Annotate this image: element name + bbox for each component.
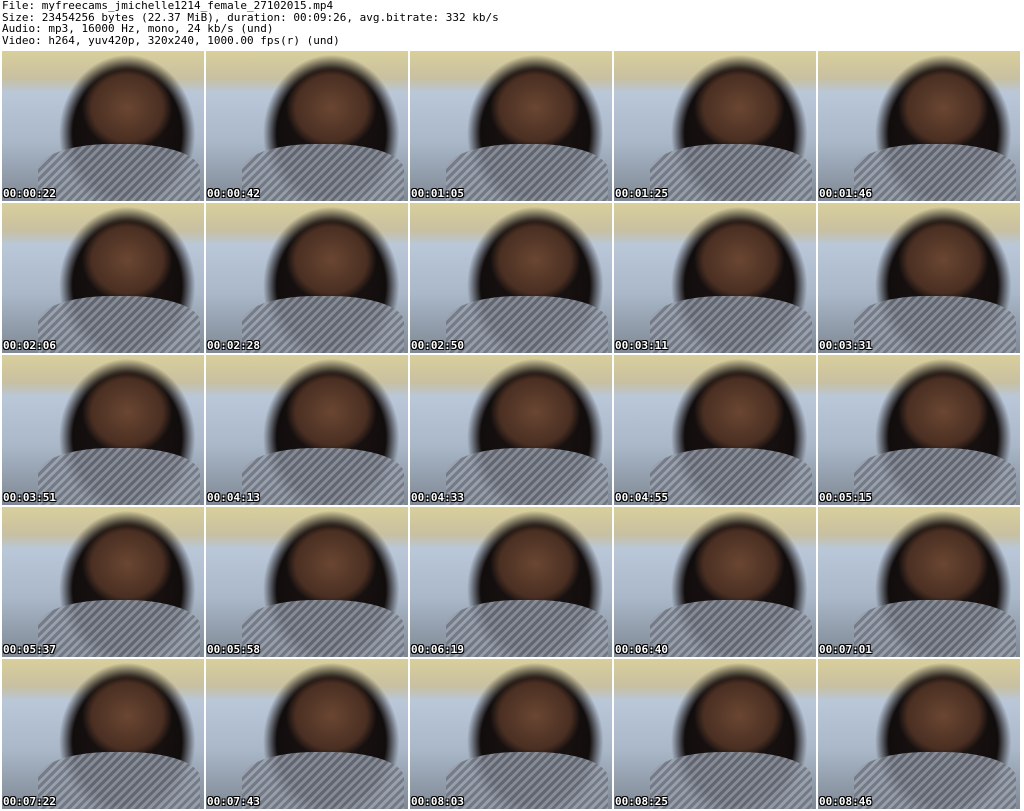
- thumbnail-timestamp: 00:03:51: [3, 491, 56, 504]
- video-thumbnail: 00:01:46: [818, 51, 1020, 201]
- video-thumbnail: 00:05:37: [2, 507, 204, 657]
- video-thumbnail: 00:04:33: [410, 355, 612, 505]
- thumbnail-image-shape: [854, 296, 1016, 353]
- video-thumbnail: 00:01:25: [614, 51, 816, 201]
- thumbnail-image-shape: [650, 448, 812, 505]
- thumbnail-timestamp: 00:01:25: [615, 187, 668, 200]
- video-thumbnail: 00:02:06: [2, 203, 204, 353]
- video-thumbnail: 00:07:01: [818, 507, 1020, 657]
- video-thumbnail: 00:02:50: [410, 203, 612, 353]
- video-thumbnail: 00:00:42: [206, 51, 408, 201]
- thumbnail-timestamp: 00:05:15: [819, 491, 872, 504]
- thumbnail-timestamp: 00:01:46: [819, 187, 872, 200]
- thumbnail-image-shape: [242, 296, 404, 353]
- video-thumbnail: 00:07:43: [206, 659, 408, 809]
- thumbnail-image-shape: [854, 448, 1016, 505]
- thumbnail-timestamp: 00:02:50: [411, 339, 464, 352]
- thumbnail-image-shape: [446, 296, 608, 353]
- thumbnail-image-shape: [38, 448, 200, 505]
- video-thumbnail: 00:04:13: [206, 355, 408, 505]
- thumbnail-image-shape: [446, 600, 608, 657]
- thumbnail-image-shape: [854, 752, 1016, 809]
- thumbnail-timestamp: 00:00:42: [207, 187, 260, 200]
- thumbnail-timestamp: 00:02:06: [3, 339, 56, 352]
- video-thumbnail: 00:05:58: [206, 507, 408, 657]
- thumbnail-image-shape: [242, 144, 404, 201]
- thumbnail-image-shape: [38, 144, 200, 201]
- thumbnail-image-shape: [650, 296, 812, 353]
- thumbnail-timestamp: 00:08:25: [615, 795, 668, 808]
- thumbnail-timestamp: 00:08:03: [411, 795, 464, 808]
- thumbnail-image-shape: [38, 296, 200, 353]
- video-thumbnail: 00:06:40: [614, 507, 816, 657]
- video-thumbnail: 00:08:25: [614, 659, 816, 809]
- thumbnail-timestamp: 00:07:01: [819, 643, 872, 656]
- thumbnail-timestamp: 00:04:13: [207, 491, 260, 504]
- video-thumbnail: 00:03:51: [2, 355, 204, 505]
- thumbnail-image-shape: [854, 600, 1016, 657]
- video-thumbnail: 00:07:22: [2, 659, 204, 809]
- thumbnail-timestamp: 00:07:43: [207, 795, 260, 808]
- audio-info-line: Audio: mp3, 16000 Hz, mono, 24 kb/s (und…: [2, 22, 274, 35]
- thumbnail-timestamp: 00:05:37: [3, 643, 56, 656]
- video-thumbnail: 00:01:05: [410, 51, 612, 201]
- thumbnail-timestamp: 00:03:31: [819, 339, 872, 352]
- thumbnail-timestamp: 00:02:28: [207, 339, 260, 352]
- file-info-header: File: myfreecams_jmichelle1214_female_27…: [2, 0, 1020, 50]
- thumbnail-image-shape: [446, 448, 608, 505]
- video-thumbnail: 00:04:55: [614, 355, 816, 505]
- video-thumbnail: 00:03:11: [614, 203, 816, 353]
- thumbnail-image-shape: [242, 600, 404, 657]
- thumbnail-image-shape: [854, 144, 1016, 201]
- video-thumbnail: 00:08:03: [410, 659, 612, 809]
- thumbnail-timestamp: 00:06:40: [615, 643, 668, 656]
- thumbnail-image-shape: [446, 144, 608, 201]
- thumbnail-timestamp: 00:06:19: [411, 643, 464, 656]
- thumbnail-timestamp: 00:07:22: [3, 795, 56, 808]
- thumbnail-image-shape: [446, 752, 608, 809]
- thumbnail-image-shape: [650, 600, 812, 657]
- thumbnail-image-shape: [650, 144, 812, 201]
- file-name-line: File: myfreecams_jmichelle1214_female_27…: [2, 0, 334, 12]
- video-thumbnail: 00:00:22: [2, 51, 204, 201]
- thumbnail-image-shape: [38, 752, 200, 809]
- video-thumbnail: 00:06:19: [410, 507, 612, 657]
- thumbnail-image-shape: [650, 752, 812, 809]
- video-thumbnail: 00:02:28: [206, 203, 408, 353]
- thumbnail-timestamp: 00:03:11: [615, 339, 668, 352]
- thumbnail-image-shape: [242, 448, 404, 505]
- video-info-line: Video: h264, yuv420p, 320x240, 1000.00 f…: [2, 33, 340, 47]
- thumbnail-timestamp: 00:01:05: [411, 187, 464, 200]
- thumbnail-timestamp: 00:05:58: [207, 643, 260, 656]
- thumbnail-grid: 00:00:22 00:00:42 00:01:05 00:01:25 00:0…: [2, 51, 1020, 809]
- thumbnail-timestamp: 00:04:33: [411, 491, 464, 504]
- video-thumbnail: 00:03:31: [818, 203, 1020, 353]
- thumbnail-image-shape: [38, 600, 200, 657]
- thumbnail-timestamp: 00:04:55: [615, 491, 668, 504]
- thumbnail-timestamp: 00:08:46: [819, 795, 872, 808]
- video-thumbnail: 00:08:46: [818, 659, 1020, 809]
- thumbnail-image-shape: [242, 752, 404, 809]
- video-thumbnail: 00:05:15: [818, 355, 1020, 505]
- thumbnail-timestamp: 00:00:22: [3, 187, 56, 200]
